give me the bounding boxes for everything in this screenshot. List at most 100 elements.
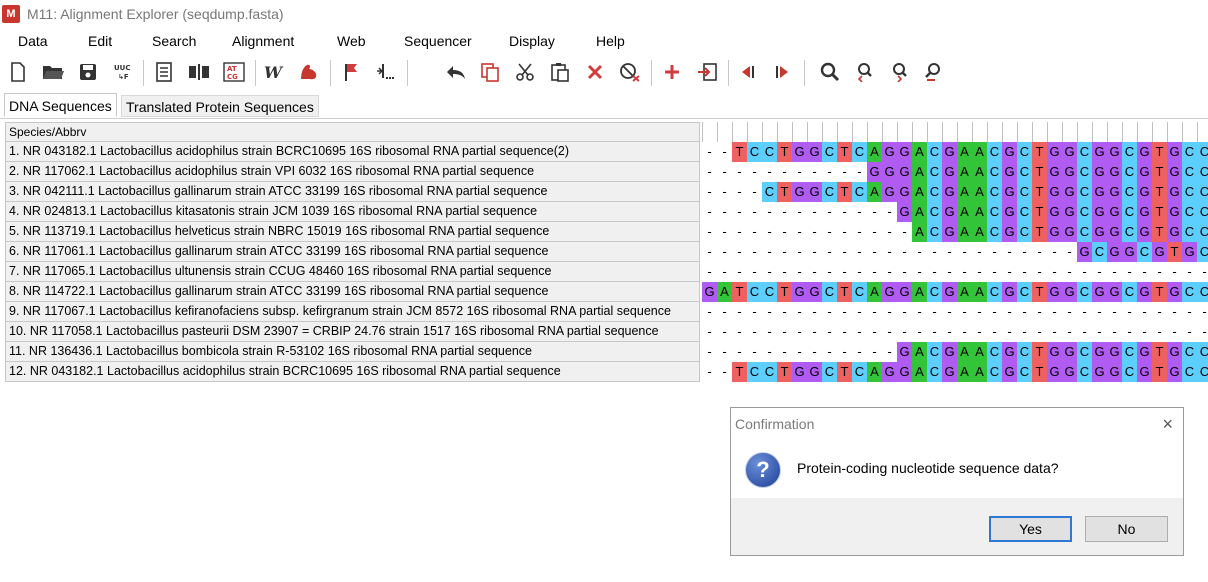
gap-cell[interactable]: - — [1137, 262, 1152, 282]
gap-cell[interactable]: - — [792, 322, 807, 342]
gap-cell[interactable]: - — [717, 342, 732, 362]
base-cell[interactable]: T — [1032, 162, 1047, 182]
gap-cell[interactable]: - — [852, 222, 867, 242]
align-columns-icon[interactable] — [187, 60, 211, 84]
gap-cell[interactable]: - — [747, 262, 762, 282]
base-cell[interactable]: C — [822, 142, 837, 162]
base-cell[interactable]: G — [1167, 142, 1182, 162]
gap-cell[interactable]: - — [972, 322, 987, 342]
gap-cell[interactable]: - — [987, 322, 1002, 342]
base-cell[interactable]: G — [1092, 362, 1107, 382]
menu-sequencer[interactable]: Sequencer — [404, 33, 472, 49]
base-cell[interactable]: C — [987, 182, 1002, 202]
base-cell[interactable]: C — [987, 342, 1002, 362]
base-cell[interactable]: G — [1107, 162, 1122, 182]
gap-cell[interactable]: - — [867, 222, 882, 242]
gap-cell[interactable]: - — [777, 262, 792, 282]
gap-cell[interactable]: - — [837, 242, 852, 262]
base-cell[interactable]: A — [912, 362, 927, 382]
base-cell[interactable]: C — [1197, 142, 1208, 162]
base-cell[interactable]: G — [1107, 362, 1122, 382]
gap-cell[interactable]: - — [822, 162, 837, 182]
base-cell[interactable]: C — [1122, 362, 1137, 382]
base-cell[interactable]: C — [762, 182, 777, 202]
base-cell[interactable]: C — [747, 362, 762, 382]
base-cell[interactable]: C — [987, 162, 1002, 182]
find-previous-icon[interactable] — [853, 60, 877, 84]
insert-gap-icon[interactable] — [374, 60, 398, 84]
sequence-name-row[interactable]: 12. NR 043182.1 Lactobacillus acidophilu… — [5, 362, 700, 382]
gap-cell[interactable]: - — [1167, 302, 1182, 322]
sequence-name-row[interactable]: 6. NR 117061.1 Lactobacillus gallinarum … — [5, 242, 700, 262]
base-cell[interactable]: C — [762, 142, 777, 162]
sequence-name-row[interactable]: 8. NR 114722.1 Lactobacillus gallinarum … — [5, 282, 700, 302]
base-cell[interactable]: G — [1167, 162, 1182, 182]
base-cell[interactable]: G — [1137, 182, 1152, 202]
base-cell[interactable]: C — [1122, 222, 1137, 242]
base-cell[interactable]: A — [912, 202, 927, 222]
base-cell[interactable]: G — [882, 362, 897, 382]
muscle-arm-icon[interactable] — [297, 60, 321, 84]
base-cell[interactable]: C — [762, 362, 777, 382]
base-cell[interactable]: C — [1017, 342, 1032, 362]
base-cell[interactable]: T — [1152, 362, 1167, 382]
gap-cell[interactable]: - — [942, 322, 957, 342]
gap-cell[interactable]: - — [762, 162, 777, 182]
find-motif-icon[interactable] — [922, 60, 946, 84]
gap-cell[interactable]: - — [1017, 322, 1032, 342]
gap-cell[interactable]: - — [807, 202, 822, 222]
base-cell[interactable]: T — [837, 182, 852, 202]
gap-cell[interactable]: - — [1152, 302, 1167, 322]
gap-cell[interactable]: - — [852, 162, 867, 182]
gap-cell[interactable]: - — [897, 242, 912, 262]
gap-cell[interactable]: - — [717, 262, 732, 282]
gap-cell[interactable]: - — [927, 322, 942, 342]
base-cell[interactable]: C — [1077, 342, 1092, 362]
gap-cell[interactable]: - — [897, 222, 912, 242]
gap-cell[interactable]: - — [807, 342, 822, 362]
base-cell[interactable]: G — [897, 282, 912, 302]
gap-cell[interactable]: - — [1167, 262, 1182, 282]
sequence-name-row[interactable]: 3. NR 042111.1 Lactobacillus gallinarum … — [5, 182, 700, 202]
base-cell[interactable]: C — [1017, 362, 1032, 382]
gap-cell[interactable]: - — [1047, 322, 1062, 342]
base-cell[interactable]: G — [1062, 222, 1077, 242]
base-cell[interactable]: G — [1002, 202, 1017, 222]
sequence-row[interactable]: ---------------------------------- — [702, 302, 1208, 322]
base-cell[interactable]: C — [762, 282, 777, 302]
gap-cell[interactable]: - — [762, 242, 777, 262]
base-cell[interactable]: C — [987, 362, 1002, 382]
gap-cell[interactable]: - — [1107, 302, 1122, 322]
base-cell[interactable]: G — [942, 342, 957, 362]
gap-cell[interactable]: - — [1152, 262, 1167, 282]
base-cell[interactable]: C — [927, 202, 942, 222]
sequence-row[interactable]: ---------------------------------- — [702, 322, 1208, 342]
names-column-header[interactable]: Species/Abbrv — [5, 122, 700, 142]
base-cell[interactable]: C — [852, 142, 867, 162]
base-cell[interactable]: G — [1077, 242, 1092, 262]
gap-cell[interactable]: - — [702, 302, 717, 322]
base-cell[interactable]: G — [1122, 242, 1137, 262]
gap-cell[interactable]: - — [1077, 302, 1092, 322]
gap-cell[interactable]: - — [1092, 322, 1107, 342]
gap-cell[interactable]: - — [837, 262, 852, 282]
base-cell[interactable]: C — [1017, 162, 1032, 182]
base-cell[interactable]: G — [1047, 222, 1062, 242]
base-cell[interactable]: G — [792, 142, 807, 162]
gap-cell[interactable]: - — [897, 322, 912, 342]
sequence-row[interactable]: --TCCTGGCTCAGGACGAACGCTGGCGGCGTGCC — [702, 362, 1208, 382]
clear-block-icon[interactable] — [618, 60, 642, 84]
base-cell[interactable]: C — [927, 142, 942, 162]
base-cell[interactable]: C — [852, 362, 867, 382]
gap-cell[interactable]: - — [1122, 262, 1137, 282]
gap-cell[interactable]: - — [762, 202, 777, 222]
base-cell[interactable]: T — [777, 142, 792, 162]
move-left-icon[interactable] — [736, 60, 760, 84]
gap-cell[interactable]: - — [732, 182, 747, 202]
tab-dna-sequences[interactable]: DNA Sequences — [4, 93, 117, 117]
import-icon[interactable] — [695, 60, 719, 84]
sequence-name-row[interactable]: 2. NR 117062.1 Lactobacillus acidophilus… — [5, 162, 700, 182]
close-icon[interactable]: × — [1162, 414, 1173, 434]
gap-cell[interactable]: - — [732, 202, 747, 222]
base-cell[interactable]: T — [1152, 162, 1167, 182]
